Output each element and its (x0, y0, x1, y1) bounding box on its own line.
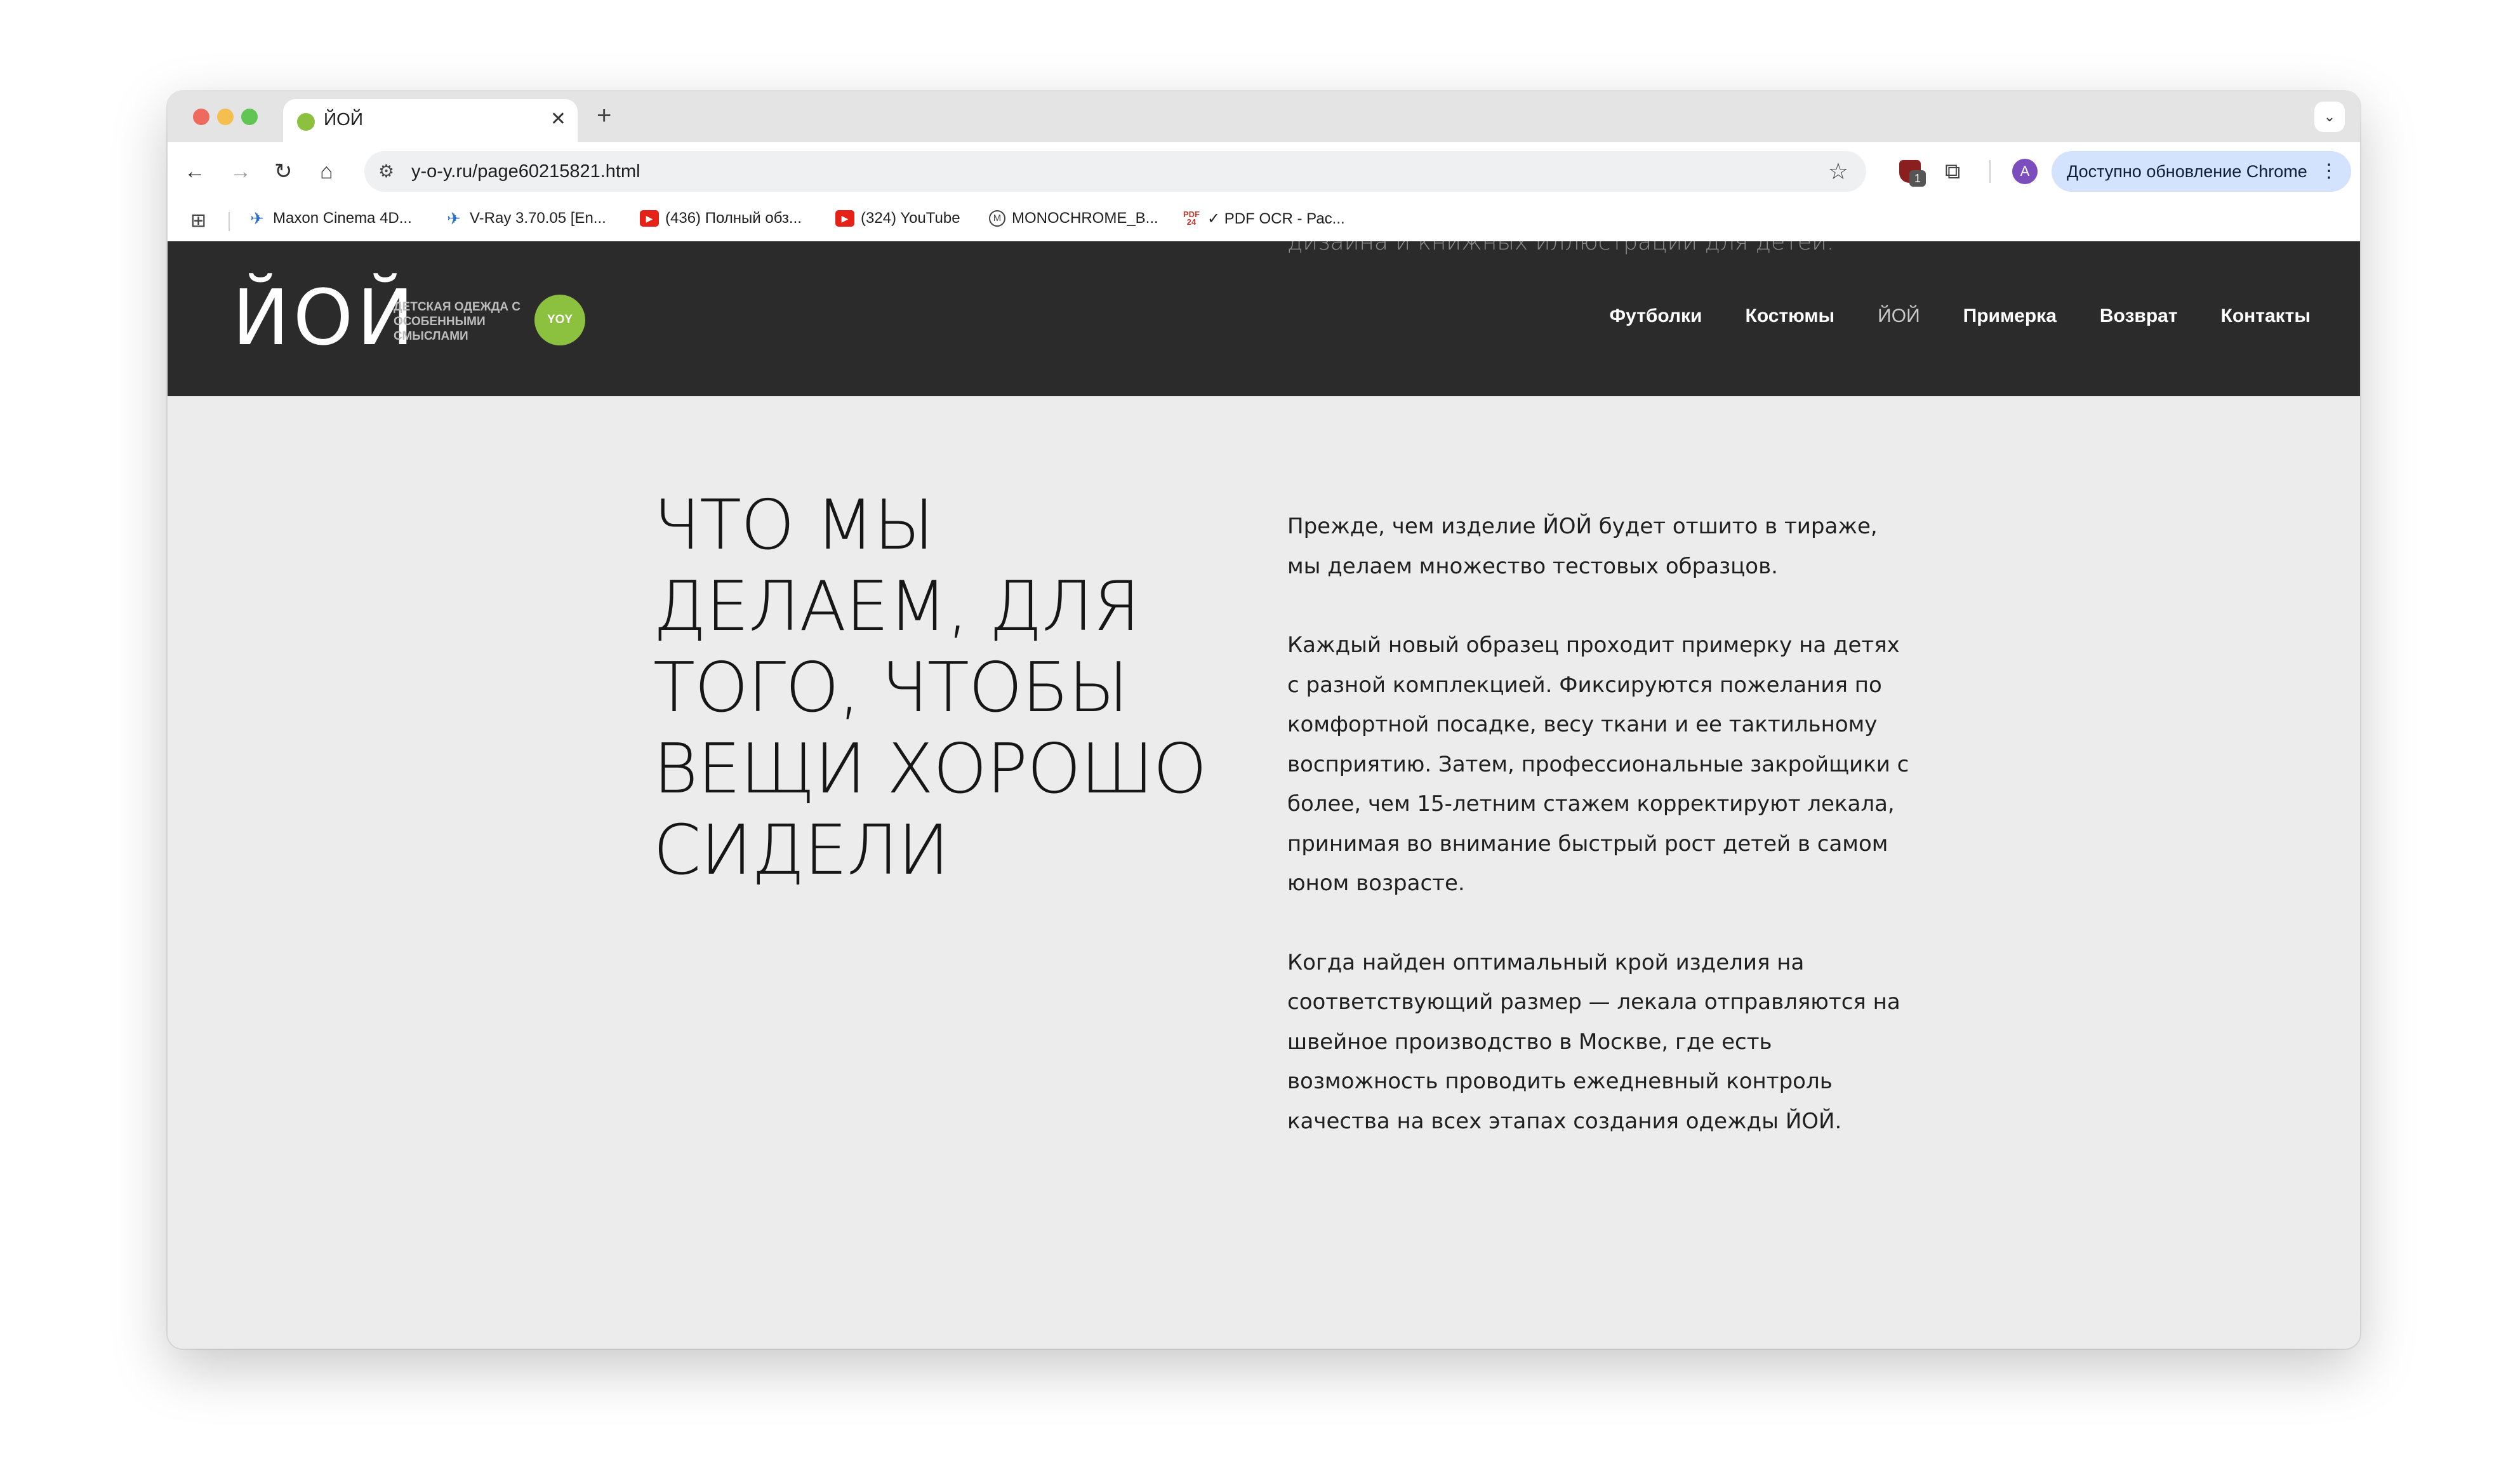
forward-icon[interactable]: → (230, 156, 251, 187)
nav-item-returns[interactable]: Возврат (2100, 302, 2178, 330)
section-body: Прежде, чем изделие ЙОЙ будет отшито в т… (1287, 507, 1909, 1180)
nav-item-fitting[interactable]: Примерка (1963, 302, 2057, 330)
toolbar-divider (1989, 160, 1991, 183)
bookmark-item[interactable]: ✈ V-Ray 3.70.05 [En... (444, 210, 606, 232)
more-menu-icon[interactable]: ⋮ (2319, 159, 2338, 184)
apps-grid-icon[interactable]: ⊞ (190, 210, 206, 232)
bird-icon: ✈ (250, 209, 264, 228)
bookmark-star-icon[interactable]: ☆ (1828, 157, 1848, 185)
reload-icon[interactable]: ↻ (274, 156, 293, 187)
extensions-puzzle-icon[interactable]: ⧉ (1945, 157, 1960, 185)
profile-avatar[interactable]: A (2012, 159, 2038, 184)
logo-wordmark[interactable]: ЙОЙ (232, 281, 418, 357)
close-window-button[interactable] (193, 109, 209, 125)
pdf24-icon: PDF 24 (1183, 209, 1200, 227)
nav-item-tshirts[interactable]: Футболки (1610, 302, 1702, 330)
bookmark-item[interactable]: M MONOCHROME_B... (989, 210, 1158, 232)
extension-badge: 1 (1909, 170, 1926, 187)
bird-icon: ✈ (447, 209, 461, 228)
bookmark-item[interactable]: PDF 24 ✓ PDF OCR - Рас... (1182, 210, 1345, 232)
main-nav: Футболки Костюмы ЙОЙ Примерка Возврат Ко… (1610, 302, 2311, 330)
bookmark-item[interactable]: ▶ (436) Полный обз... (640, 210, 802, 232)
tab-strip: ЙОЙ ✕ + ⌄ (168, 91, 2360, 142)
browser-window: ЙОЙ ✕ + ⌄ ← → ↻ ⌂ ⚙ y-o-y.ru/page6021582… (168, 91, 2360, 1349)
minimize-window-button[interactable] (217, 109, 234, 125)
maximize-window-button[interactable] (241, 109, 258, 125)
paragraph: Каждый новый образец проходит примерку н… (1287, 632, 1909, 896)
bookmarks-bar: ⊞ ✈ Maxon Cinema 4D... ✈ V-Ray 3.70.05 [En… (168, 201, 2360, 241)
url-text[interactable]: y-o-y.ru/page60215821.html (411, 160, 640, 183)
nav-item-contacts[interactable]: Контакты (2221, 302, 2311, 330)
section-heading: ЧТО МЫ ДЕЛАЕМ, ДЛЯ ТОГО, ЧТОБЫ ВЕЩИ ХОРО… (653, 486, 1207, 890)
new-tab-button[interactable]: + (597, 100, 611, 131)
home-icon[interactable]: ⌂ (320, 156, 333, 187)
paragraph: Прежде, чем изделие ЙОЙ будет отшито в т… (1287, 514, 1878, 579)
address-bar[interactable]: ⚙ y-o-y.ru/page60215821.html ☆ (364, 151, 1866, 192)
nav-item-yoy[interactable]: ЙОЙ (1878, 302, 1920, 330)
back-icon[interactable]: ← (184, 156, 206, 187)
tab-active[interactable]: ЙОЙ ✕ (283, 99, 578, 142)
page-content: дизайна и книжных иллюстраций для детей.… (168, 241, 2360, 1349)
chevron-down-icon[interactable]: ⌄ (2314, 102, 2345, 132)
youtube-icon: ▶ (640, 210, 659, 227)
monochrome-icon: M (989, 210, 1005, 227)
close-tab-icon[interactable]: ✕ (550, 108, 566, 131)
nav-item-suits[interactable]: Костюмы (1746, 302, 1835, 330)
site-settings-icon[interactable]: ⚙ (378, 159, 394, 184)
chrome-update-button[interactable]: Доступно обновление Chrome ⋮ (2052, 151, 2351, 192)
bookmark-item[interactable]: ✈ Maxon Cinema 4D... (248, 210, 412, 232)
tab-title: ЙОЙ (324, 109, 364, 129)
paragraph: Когда найден оптимальный крой изделия на… (1287, 949, 1900, 1134)
scrolled-text-fragment: дизайна и книжных иллюстраций для детей. (1287, 241, 1834, 255)
update-label: Доступно обновление Chrome (2067, 162, 2307, 181)
bookmarks-divider (229, 212, 230, 231)
site-header: дизайна и книжных иллюстраций для детей.… (168, 241, 2360, 396)
toolbar: ← → ↻ ⌂ ⚙ y-o-y.ru/page60215821.html ☆ 1… (168, 142, 2360, 201)
bookmark-item[interactable]: ▶ (324) YouTube (835, 210, 960, 232)
logo-badge[interactable]: YOY (534, 295, 585, 345)
logo-tagline: ДЕТСКАЯ ОДЕЖДА С ОСОБЕННЫМИ СМЫСЛАМИ (394, 300, 521, 343)
yoy-favicon-icon (297, 113, 315, 131)
youtube-icon: ▶ (835, 210, 854, 227)
